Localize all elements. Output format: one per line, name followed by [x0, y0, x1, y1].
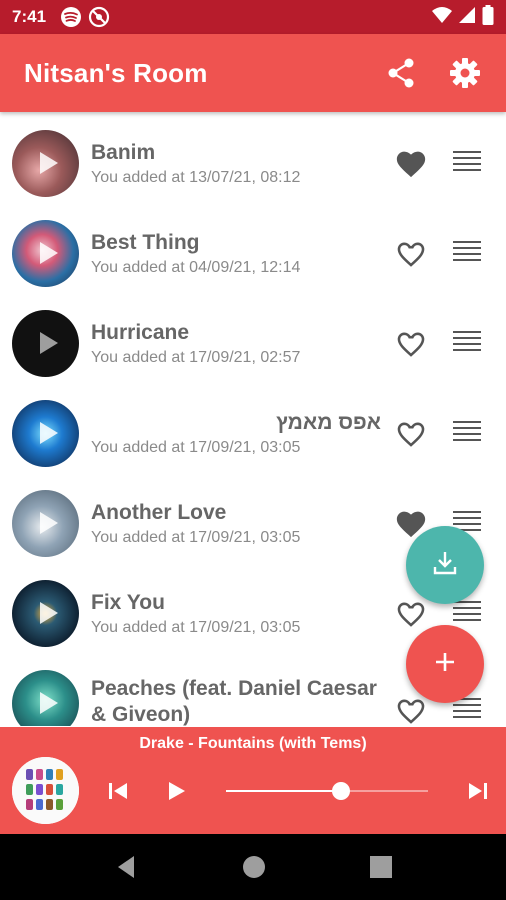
song-added-date: You added at 17/09/21, 03:05	[91, 438, 301, 456]
song-row[interactable]: אפס מאמץ You added at 17/09/21, 03:05	[0, 388, 506, 478]
battery-icon	[482, 4, 494, 30]
heart-outline-icon[interactable]	[394, 327, 428, 359]
now-playing-title: Drake - Fountains (with Tems)	[139, 735, 367, 752]
song-title: Banim	[91, 140, 156, 164]
song-title: Best Thing	[91, 230, 200, 254]
seek-progress	[226, 790, 342, 792]
app-title: Nitsan's Room	[24, 57, 208, 88]
song-row[interactable]: Hurricane You added at 17/09/21, 02:57	[0, 298, 506, 388]
download-button[interactable]	[406, 526, 484, 604]
spotify-icon	[60, 6, 82, 28]
song-title: אפס מאמץ	[276, 410, 381, 434]
skip-next-icon[interactable]	[466, 779, 490, 803]
heart-outline-icon[interactable]	[394, 237, 428, 269]
song-title: Hurricane	[91, 320, 190, 344]
play-overlay-icon	[39, 692, 58, 714]
heart-outline-icon[interactable]	[394, 417, 428, 449]
drag-handle-icon[interactable]	[453, 698, 481, 722]
drag-handle-icon[interactable]	[453, 601, 481, 625]
share-icon[interactable]	[384, 56, 418, 90]
no-entry-icon	[88, 6, 110, 28]
drag-handle-icon[interactable]	[453, 331, 481, 355]
song-thumbnail[interactable]	[12, 669, 79, 726]
drag-handle-icon[interactable]	[453, 151, 481, 175]
song-added-date: You added at 17/09/21, 02:57	[91, 348, 301, 366]
song-thumbnail[interactable]	[12, 579, 79, 647]
play-overlay-icon	[39, 152, 58, 174]
heart-outline-icon[interactable]	[394, 597, 428, 629]
navigation-bar	[0, 834, 506, 900]
song-thumbnail[interactable]	[12, 129, 79, 197]
song-title: Fix You	[91, 590, 165, 614]
seek-bar[interactable]	[226, 782, 428, 800]
song-thumbnail[interactable]	[12, 489, 79, 557]
song-added-date: You added at 17/09/21, 03:05	[91, 618, 301, 636]
drag-handle-icon[interactable]	[453, 421, 481, 445]
song-thumbnail[interactable]	[12, 309, 79, 377]
seek-thumb[interactable]	[332, 782, 351, 800]
drag-handle-icon[interactable]	[453, 241, 481, 265]
song-added-date: You added at 13/07/21, 08:12	[91, 168, 301, 186]
skip-previous-icon[interactable]	[106, 779, 130, 803]
add-song-button[interactable]	[406, 625, 484, 703]
back-icon[interactable]	[114, 854, 140, 880]
song-thumbnail[interactable]	[12, 219, 79, 287]
home-icon[interactable]	[241, 854, 267, 880]
play-overlay-icon	[39, 242, 58, 264]
song-row[interactable]: Banim You added at 13/07/21, 08:12	[0, 118, 506, 208]
song-thumbnail[interactable]	[12, 399, 79, 467]
play-overlay-icon	[39, 422, 58, 444]
status-bar: 7:41	[0, 0, 506, 34]
album-art[interactable]	[12, 757, 79, 824]
heart-filled-icon[interactable]	[394, 147, 428, 179]
song-row[interactable]: Best Thing You added at 04/09/21, 12:14	[0, 208, 506, 298]
download-icon	[430, 548, 460, 583]
play-overlay-icon	[39, 602, 58, 624]
plus-icon	[433, 650, 457, 679]
play-overlay-icon	[39, 332, 58, 354]
heart-outline-icon[interactable]	[394, 694, 428, 726]
play-overlay-icon	[39, 512, 58, 534]
wifi-icon	[432, 6, 452, 29]
app-bar: Nitsan's Room	[0, 34, 506, 112]
song-title: Another Love	[91, 500, 227, 524]
settings-icon[interactable]	[448, 56, 482, 90]
song-title: Peaches (feat. Daniel Caesar & Giveon)	[91, 676, 377, 726]
song-added-date: You added at 17/09/21, 03:05	[91, 528, 301, 546]
status-time: 7:41	[12, 7, 47, 26]
mini-player: Drake - Fountains (with Tems)	[0, 727, 506, 834]
signal-icon	[458, 6, 476, 29]
song-added-date: You added at 04/09/21, 12:14	[91, 258, 301, 276]
recents-icon[interactable]	[368, 854, 394, 880]
play-icon[interactable]	[164, 779, 188, 803]
